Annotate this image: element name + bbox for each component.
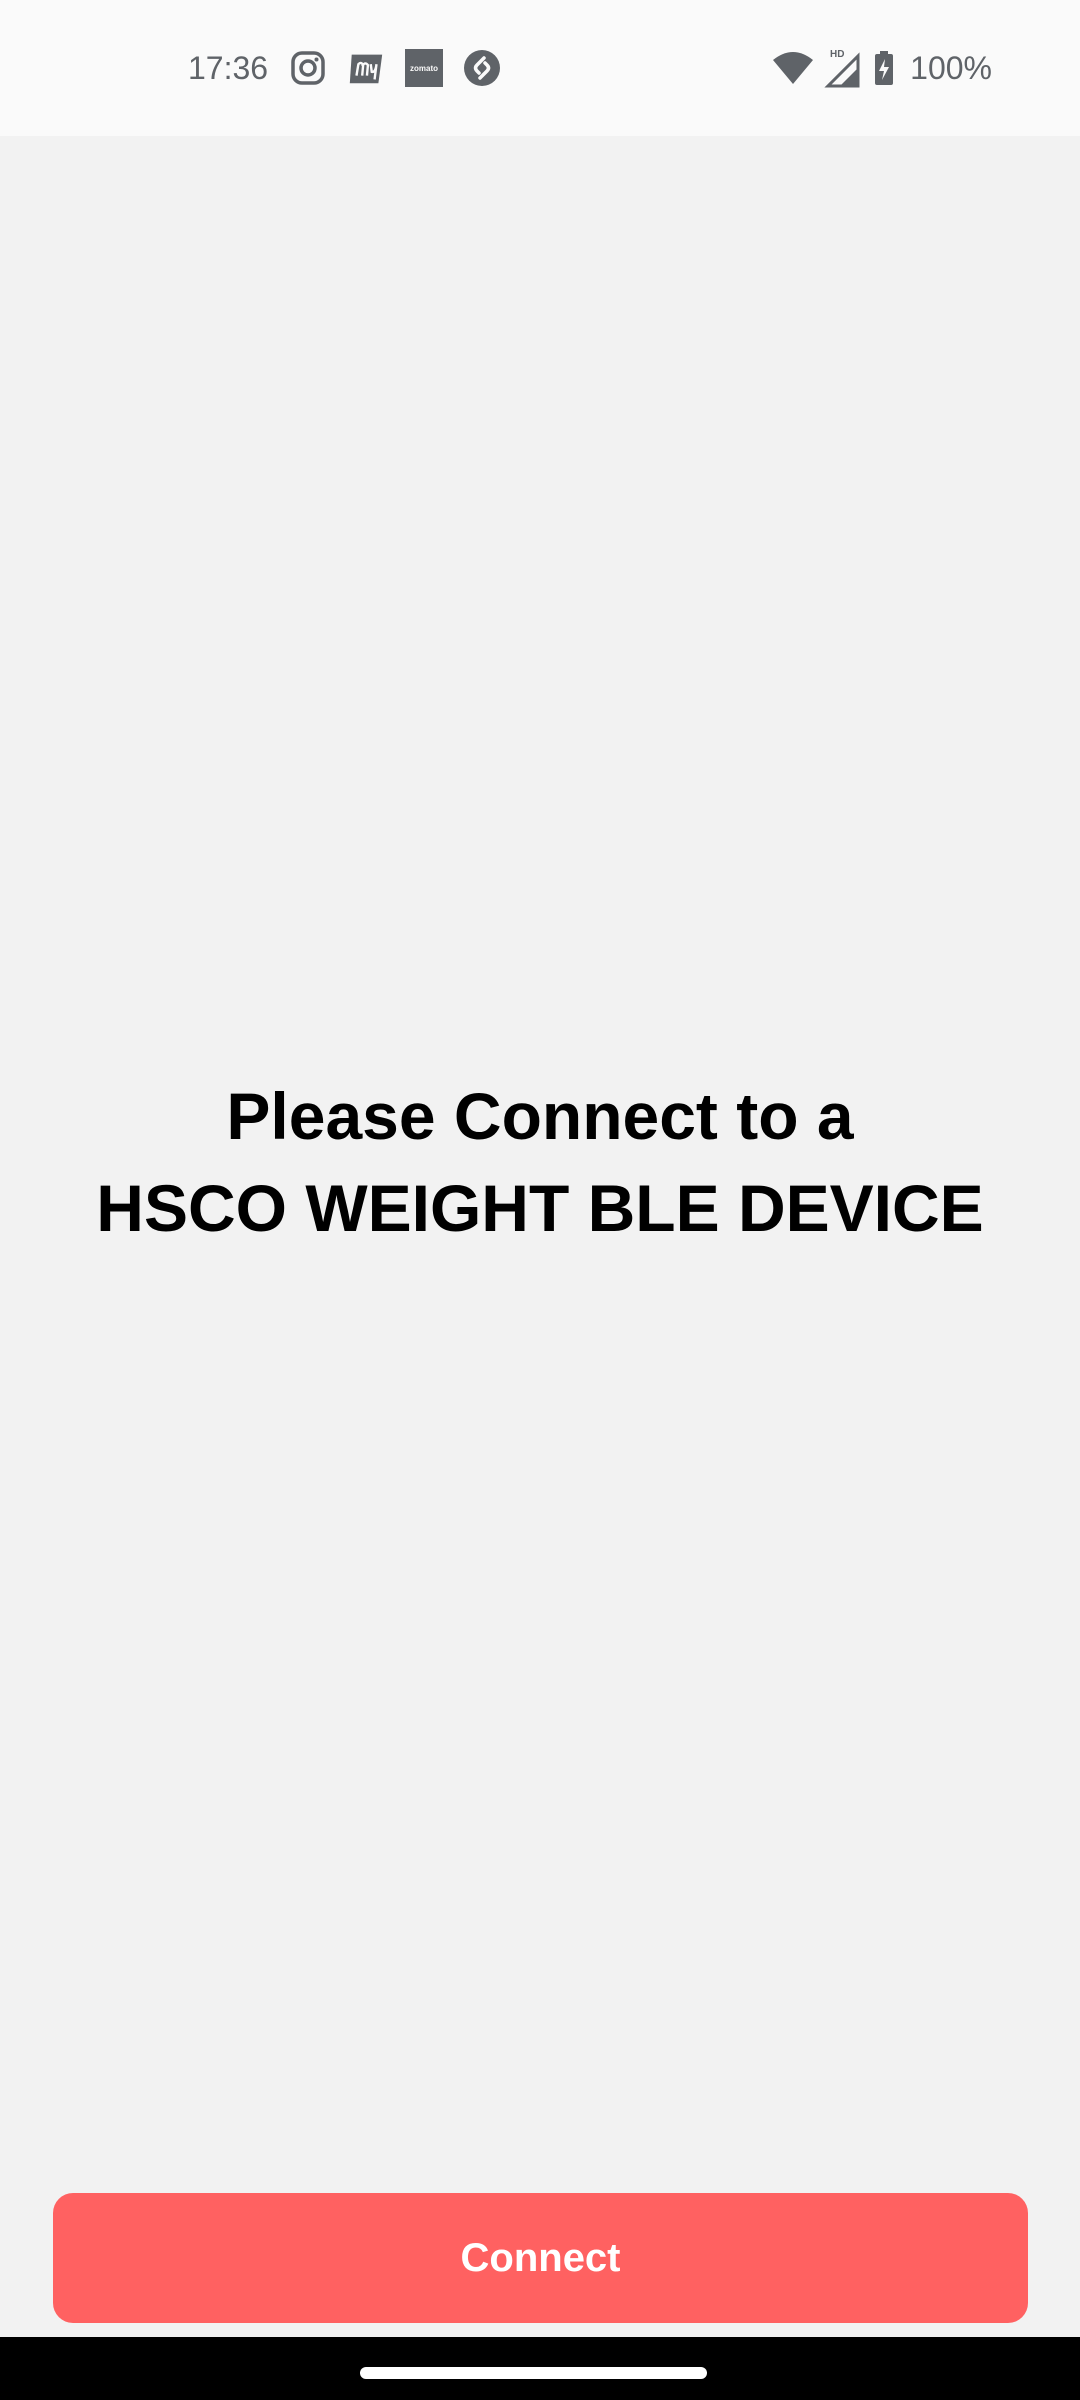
svg-text:zomato: zomato bbox=[410, 64, 438, 73]
status-bar-left: 17:36 zomato bbox=[188, 44, 502, 92]
connect-prompt-line1: Please Connect to a bbox=[226, 1079, 854, 1153]
navigation-bar bbox=[0, 2337, 1080, 2400]
battery-charging-icon bbox=[872, 48, 896, 88]
svg-text:HD: HD bbox=[830, 49, 844, 60]
home-indicator[interactable] bbox=[360, 2367, 707, 2379]
instagram-icon bbox=[288, 48, 328, 88]
cell-signal-icon: HD bbox=[824, 48, 862, 88]
status-time: 17:36 bbox=[188, 49, 269, 86]
connect-prompt: Please Connect to a HSCO WEIGHT BLE DEVI… bbox=[0, 1070, 1080, 1254]
myntra-icon bbox=[346, 48, 386, 88]
connect-prompt-line2: HSCO WEIGHT BLE DEVICE bbox=[96, 1171, 984, 1245]
shazam-icon bbox=[462, 48, 502, 88]
battery-percentage: 100% bbox=[910, 49, 992, 86]
wifi-icon bbox=[772, 48, 814, 88]
connect-button[interactable]: Connect bbox=[53, 2193, 1028, 2323]
status-bar: 17:36 zomato HD 100% bbox=[0, 0, 1080, 136]
status-bar-right: HD 100% bbox=[772, 44, 992, 92]
zomato-icon: zomato bbox=[404, 48, 444, 88]
